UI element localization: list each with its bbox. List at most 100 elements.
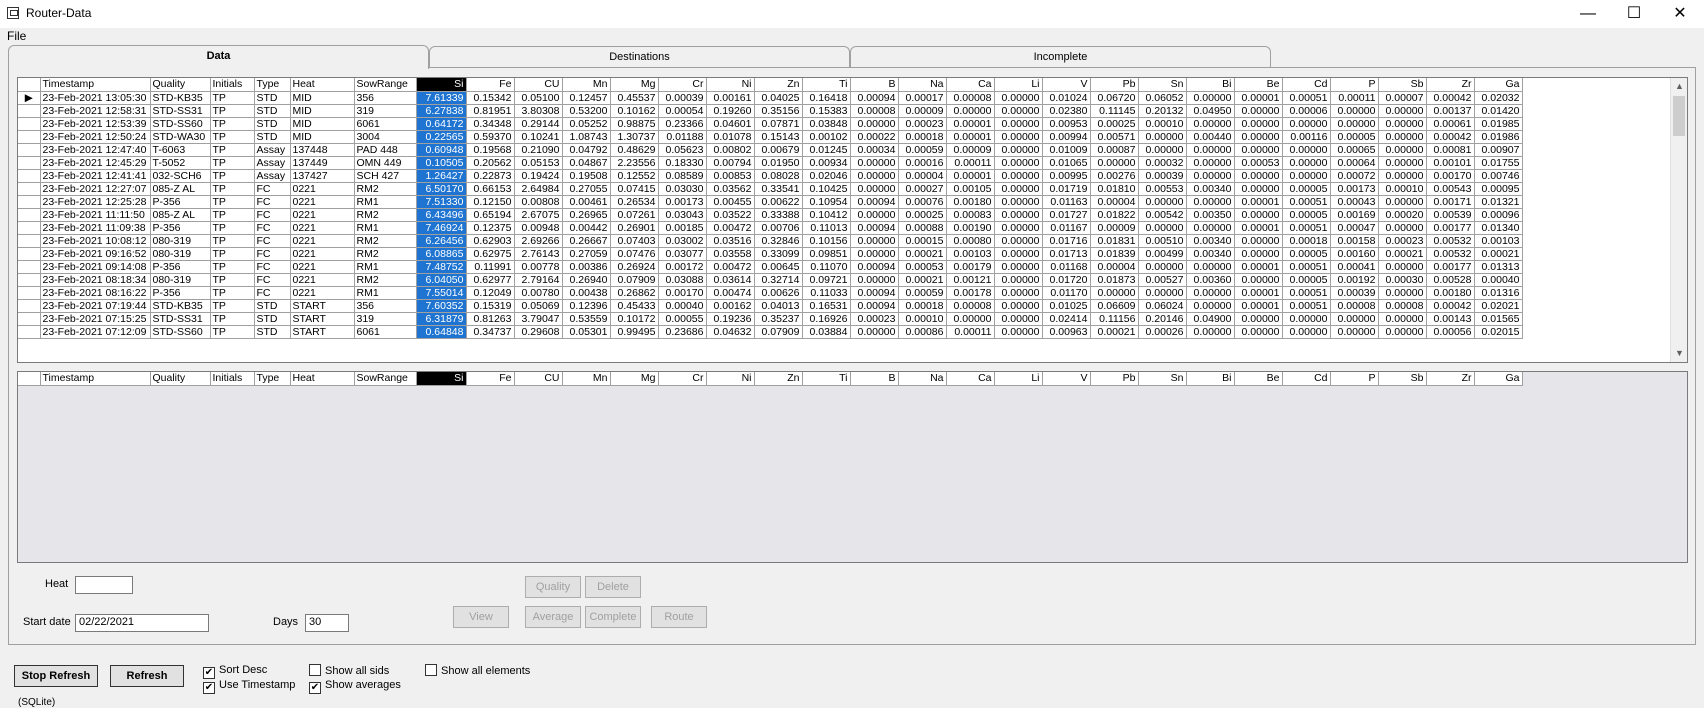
column-header-si[interactable]: Si: [416, 372, 467, 386]
cell-zn[interactable]: 0.33388: [754, 208, 803, 222]
cell-zr[interactable]: 0.00170: [1426, 169, 1475, 183]
cell-sb[interactable]: 0.00000: [1378, 104, 1427, 118]
cell-zr[interactable]: 0.00042: [1426, 130, 1475, 144]
cell-ti[interactable]: 0.10425: [802, 182, 851, 196]
cell-mn[interactable]: 0.05252: [562, 117, 611, 131]
cell-heat[interactable]: START: [290, 299, 355, 313]
cell-zr[interactable]: 0.00177: [1426, 221, 1475, 235]
cell-li[interactable]: 0.00000: [994, 221, 1043, 235]
cell-heat[interactable]: 137427: [290, 169, 355, 183]
column-header-sb[interactable]: Sb: [1378, 78, 1427, 92]
cell-be[interactable]: 0.00000: [1234, 143, 1283, 157]
cell-zr[interactable]: 0.00042: [1426, 91, 1475, 105]
cell-be[interactable]: 0.00000: [1234, 104, 1283, 118]
cell-fe[interactable]: 0.15342: [466, 91, 515, 105]
cell-cr[interactable]: 0.03030: [658, 182, 707, 196]
cell-fe[interactable]: 0.34737: [466, 325, 515, 339]
cell-ni[interactable]: 0.04601: [706, 117, 755, 131]
cell-na[interactable]: 0.00023: [898, 117, 947, 131]
cell-v[interactable]: 0.00995: [1042, 169, 1091, 183]
column-header-p[interactable]: P: [1330, 372, 1379, 386]
cell-bi[interactable]: 0.00360: [1186, 273, 1235, 287]
column-header-cr[interactable]: Cr: [658, 78, 707, 92]
cell-quality[interactable]: STD-SS31: [150, 104, 211, 118]
cell-ti[interactable]: 0.11013: [802, 221, 851, 235]
cell-zn[interactable]: 0.15143: [754, 130, 803, 144]
cell-sowrange[interactable]: 6061: [354, 117, 417, 131]
cell-pb[interactable]: 0.06609: [1090, 299, 1139, 313]
cell-li[interactable]: 0.00000: [994, 130, 1043, 144]
cell-cr[interactable]: 0.01188: [658, 130, 707, 144]
cell-ni[interactable]: 0.00853: [706, 169, 755, 183]
cell-b[interactable]: 0.00000: [850, 325, 899, 339]
cell-cr[interactable]: 0.03088: [658, 273, 707, 287]
cell-v[interactable]: 0.01713: [1042, 247, 1091, 261]
cell-zn[interactable]: 0.00679: [754, 143, 803, 157]
cell-na[interactable]: 0.00016: [898, 156, 947, 170]
cell-pb[interactable]: 0.00571: [1090, 130, 1139, 144]
cell-quality[interactable]: 080-319: [150, 273, 211, 287]
cell-cu[interactable]: 2.79164: [514, 273, 563, 287]
column-header-li[interactable]: Li: [994, 372, 1043, 386]
cell-na[interactable]: 0.00086: [898, 325, 947, 339]
cell-v[interactable]: 0.01065: [1042, 156, 1091, 170]
cell-timestamp[interactable]: 23-Feb-2021 12:47:40: [40, 143, 151, 157]
cell-p[interactable]: 0.00000: [1330, 312, 1379, 326]
cell-fe[interactable]: 0.81951: [466, 104, 515, 118]
cell-be[interactable]: 0.00000: [1234, 130, 1283, 144]
cell-be[interactable]: 0.00001: [1234, 299, 1283, 313]
cell-pb[interactable]: 0.00004: [1090, 260, 1139, 274]
cell-ca[interactable]: 0.00001: [946, 117, 995, 131]
cell-bi[interactable]: 0.00000: [1186, 221, 1235, 235]
row-indicator[interactable]: [18, 260, 41, 274]
cell-zn[interactable]: 0.35156: [754, 104, 803, 118]
cell-cu[interactable]: 0.29608: [514, 325, 563, 339]
cell-quality[interactable]: 085-Z AL: [150, 182, 211, 196]
cell-mn[interactable]: 0.00442: [562, 221, 611, 235]
cell-ti[interactable]: 0.10412: [802, 208, 851, 222]
cell-p[interactable]: 0.00000: [1330, 104, 1379, 118]
cell-zn[interactable]: 0.07909: [754, 325, 803, 339]
cell-heat[interactable]: MID: [290, 130, 355, 144]
cell-sb[interactable]: 0.00000: [1378, 325, 1427, 339]
cell-cr[interactable]: 0.03043: [658, 208, 707, 222]
cell-heat[interactable]: 0221: [290, 208, 355, 222]
cell-cd[interactable]: 0.00005: [1282, 208, 1331, 222]
cell-fe[interactable]: 0.65194: [466, 208, 515, 222]
cell-p[interactable]: 0.00011: [1330, 91, 1379, 105]
table-row[interactable]: 23-Feb-2021 12:53:39 STD-SS60 TP STD MID 6061…: [18, 117, 1523, 131]
cell-bi[interactable]: 0.00000: [1186, 286, 1235, 300]
cell-type[interactable]: STD: [254, 104, 291, 118]
cell-si[interactable]: 7.51330: [416, 195, 467, 209]
table-row[interactable]: 23-Feb-2021 09:16:52 080-319 TP FC 0221 RM2 6.…: [18, 247, 1523, 261]
table-row[interactable]: 23-Feb-2021 12:25:28 P-356 TP FC 0221 RM1 7.51…: [18, 195, 1523, 209]
cell-ga[interactable]: 0.00103: [1474, 234, 1523, 248]
cell-zn[interactable]: 0.32714: [754, 273, 803, 287]
cell-cd[interactable]: 0.00000: [1282, 156, 1331, 170]
cell-type[interactable]: FC: [254, 286, 291, 300]
cell-li[interactable]: 0.00000: [994, 117, 1043, 131]
cell-quality[interactable]: P-356: [150, 286, 211, 300]
row-indicator[interactable]: [18, 273, 41, 287]
cell-na[interactable]: 0.00009: [898, 104, 947, 118]
cell-be[interactable]: 0.00001: [1234, 260, 1283, 274]
cell-na[interactable]: 0.00021: [898, 273, 947, 287]
cell-sn[interactable]: 0.06052: [1138, 91, 1187, 105]
cell-sb[interactable]: 0.00023: [1378, 234, 1427, 248]
cell-b[interactable]: 0.00022: [850, 130, 899, 144]
cell-ca[interactable]: 0.00000: [946, 104, 995, 118]
cell-ni[interactable]: 0.01078: [706, 130, 755, 144]
cell-sowrange[interactable]: RM1: [354, 260, 417, 274]
cell-ga[interactable]: 0.00040: [1474, 273, 1523, 287]
cell-na[interactable]: 0.00053: [898, 260, 947, 274]
cell-li[interactable]: 0.00000: [994, 104, 1043, 118]
cell-li[interactable]: 0.00000: [994, 312, 1043, 326]
cell-ga[interactable]: 0.02015: [1474, 325, 1523, 339]
cell-cr[interactable]: 0.00170: [658, 286, 707, 300]
column-header-ca[interactable]: Ca: [946, 78, 995, 92]
cell-fe[interactable]: 0.22873: [466, 169, 515, 183]
cell-heat[interactable]: 137448: [290, 143, 355, 157]
cell-cu[interactable]: 3.80308: [514, 104, 563, 118]
cell-na[interactable]: 0.00010: [898, 312, 947, 326]
cell-p[interactable]: 0.00158: [1330, 234, 1379, 248]
